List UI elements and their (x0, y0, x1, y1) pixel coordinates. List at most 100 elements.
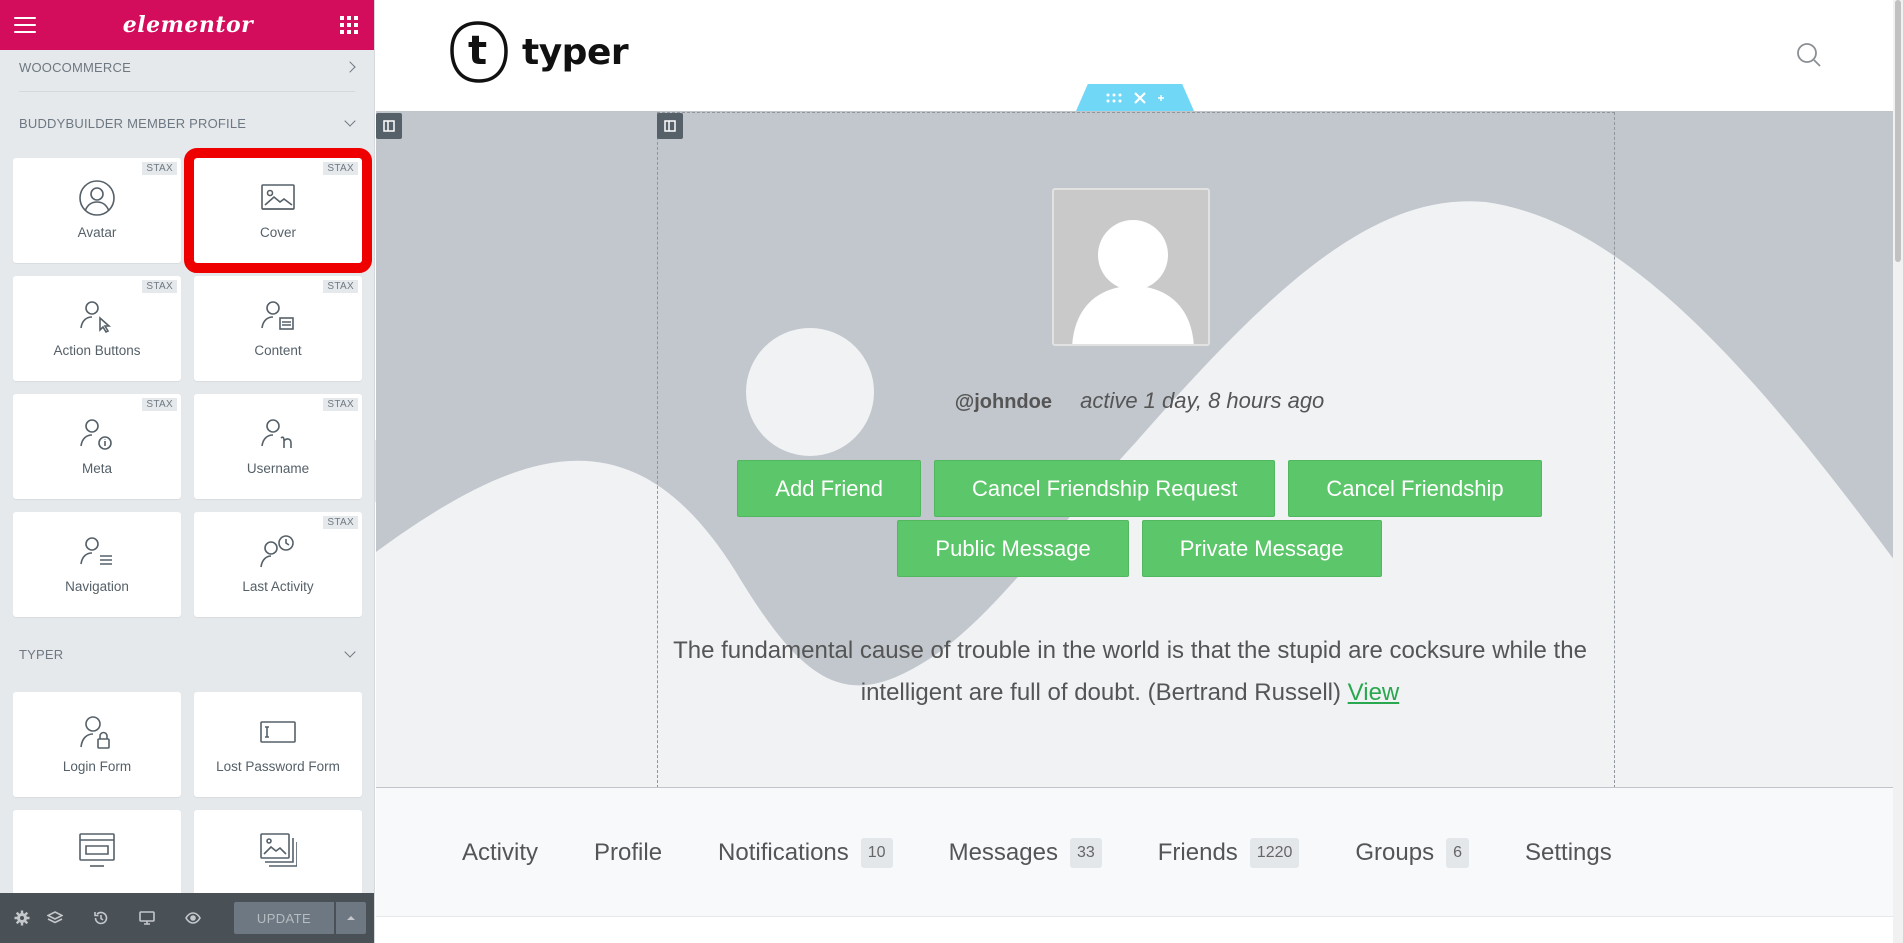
login-form-icon (75, 712, 119, 752)
action-buttons-row-1: Add Friend Cancel Friendship Request Can… (376, 460, 1903, 517)
category-woocommerce[interactable]: WOOCOMMERCE (0, 50, 374, 84)
search-icon[interactable] (1796, 42, 1822, 73)
username-icon (256, 414, 300, 454)
meta-icon (75, 414, 119, 454)
form-window-icon (75, 830, 119, 870)
username: @johndoe (954, 391, 1052, 413)
profile-cover-section: @johndoe active 1 day, 8 hours ago Add F… (376, 111, 1903, 787)
nav-label: Friends (1157, 839, 1238, 866)
nav-label: Messages (948, 839, 1058, 866)
public-message-button[interactable]: Public Message (897, 520, 1129, 577)
column-icon (664, 120, 676, 132)
widget-label: Navigation (65, 579, 129, 594)
widget-label: Login Form (62, 759, 132, 774)
page-scrollbar[interactable] (1893, 0, 1903, 943)
nav-label: Profile (594, 839, 663, 866)
update-button[interactable]: UPDATE (234, 902, 334, 934)
section-handle[interactable] (1076, 84, 1194, 111)
history-icon[interactable] (78, 893, 124, 943)
quote-view-link[interactable]: View (1348, 679, 1400, 706)
nav-groups[interactable]: Groups 6 (1355, 838, 1469, 868)
widget-username[interactable]: STAX Username (194, 394, 362, 499)
lost-password-icon (256, 712, 300, 752)
site-logo[interactable]: t typer (448, 20, 629, 84)
category-label: WOOCOMMERCE (19, 59, 131, 75)
menu-icon[interactable] (14, 17, 36, 33)
settings-gear-icon[interactable] (12, 893, 32, 943)
scrollbar-thumb[interactable] (1895, 0, 1901, 262)
widget-meta[interactable]: STAX Meta (13, 394, 181, 499)
profile-meta: @johndoe active 1 day, 8 hours ago (376, 388, 1903, 414)
category-typer[interactable]: TYPER (0, 635, 374, 673)
widget-login-form[interactable]: Login Form (13, 692, 181, 797)
category-label: TYPER (19, 646, 64, 662)
private-message-button[interactable]: Private Message (1141, 520, 1382, 577)
widgets-grid-icon[interactable] (340, 16, 358, 34)
nav-settings[interactable]: Settings (1525, 839, 1612, 867)
quote-text: The fundamental cause of trouble in the … (673, 637, 1587, 706)
divider (19, 91, 355, 92)
section-handle-icons (1106, 91, 1164, 104)
cancel-friendship-request-button[interactable]: Cancel Friendship Request (933, 460, 1276, 517)
stax-badge: STAX (142, 398, 177, 411)
close-icon[interactable] (1134, 91, 1146, 104)
cancel-friendship-button[interactable]: Cancel Friendship (1288, 460, 1542, 517)
widget-navigation[interactable]: Navigation (13, 512, 181, 617)
widget-last-activity[interactable]: STAX Last Activity (194, 512, 362, 617)
drag-handle-icon[interactable] (1106, 93, 1122, 103)
widget-lost-password-form[interactable]: Lost Password Form (194, 692, 362, 797)
column-icon (383, 120, 395, 132)
panel-header: elementor (0, 0, 374, 50)
nav-friends[interactable]: Friends 1220 (1158, 838, 1300, 868)
image-gallery-icon (256, 830, 300, 870)
nav-label: Settings (1525, 839, 1612, 866)
widget-label: Content (254, 343, 302, 358)
stax-badge: STAX (323, 398, 358, 411)
profile-avatar (1052, 188, 1210, 346)
update-options-button[interactable] (336, 902, 366, 934)
logo-letter: t (468, 28, 488, 74)
stax-badge: STAX (142, 280, 177, 293)
nav-activity[interactable]: Activity (462, 839, 538, 867)
widget-label: Username (246, 461, 310, 476)
column-handle[interactable] (657, 113, 683, 139)
cover-image-icon (256, 178, 300, 218)
action-buttons-row-2: Public Message Private Message (376, 520, 1903, 577)
content-icon (256, 296, 300, 336)
responsive-desktop-icon[interactable] (124, 893, 170, 943)
count-badge: 10 (860, 838, 893, 868)
stax-badge: STAX (142, 162, 177, 175)
panel-footer: UPDATE (0, 893, 374, 943)
stax-badge: STAX (323, 280, 358, 293)
category-label: BUDDYBUILDER MEMBER PROFILE (19, 115, 247, 131)
nav-notifications[interactable]: Notifications 10 (718, 838, 893, 868)
count-badge: 6 (1446, 838, 1469, 868)
add-icon[interactable] (1158, 94, 1164, 101)
widget-cover[interactable]: STAX Cover (184, 148, 372, 273)
typer-widgets: Login Form Lost Password Form (0, 692, 374, 915)
navigator-layers-icon[interactable] (32, 893, 78, 943)
preview-eye-icon[interactable] (170, 893, 216, 943)
chevron-down-icon (344, 115, 356, 127)
elementor-panel: elementor WOOCOMMERCE BUDDYBUILDER MEMBE… (0, 0, 375, 943)
nav-profile[interactable]: Profile (594, 839, 662, 867)
add-friend-button[interactable]: Add Friend (737, 460, 921, 517)
elementor-logo: elementor (122, 12, 254, 38)
nav-label: Groups (1355, 839, 1435, 866)
count-badge: 33 (1069, 838, 1102, 868)
profile-quote: The fundamental cause of trouble in the … (657, 630, 1603, 714)
column-handle[interactable] (376, 113, 402, 139)
category-buddybuilder-member-profile[interactable]: BUDDYBUILDER MEMBER PROFILE (0, 104, 374, 142)
widget-action-buttons[interactable]: STAX Action Buttons (13, 276, 181, 381)
widget-label: Meta (81, 461, 112, 476)
stax-badge: STAX (323, 162, 358, 175)
member-profile-widgets: STAX Avatar STAX Cover STAX Action Butto… (0, 148, 374, 617)
nav-messages[interactable]: Messages 33 (949, 838, 1102, 868)
widget-label: Action Buttons (53, 343, 141, 358)
widget-content[interactable]: STAX Content (194, 276, 362, 381)
widget-avatar[interactable]: STAX Avatar (13, 158, 181, 263)
preview-canvas: t typer @johndoe active 1 day, 8 hours a… (376, 0, 1903, 943)
widget-label: Cover (259, 225, 296, 240)
nav-label: Activity (462, 839, 539, 866)
widget-label: Avatar (77, 225, 117, 240)
